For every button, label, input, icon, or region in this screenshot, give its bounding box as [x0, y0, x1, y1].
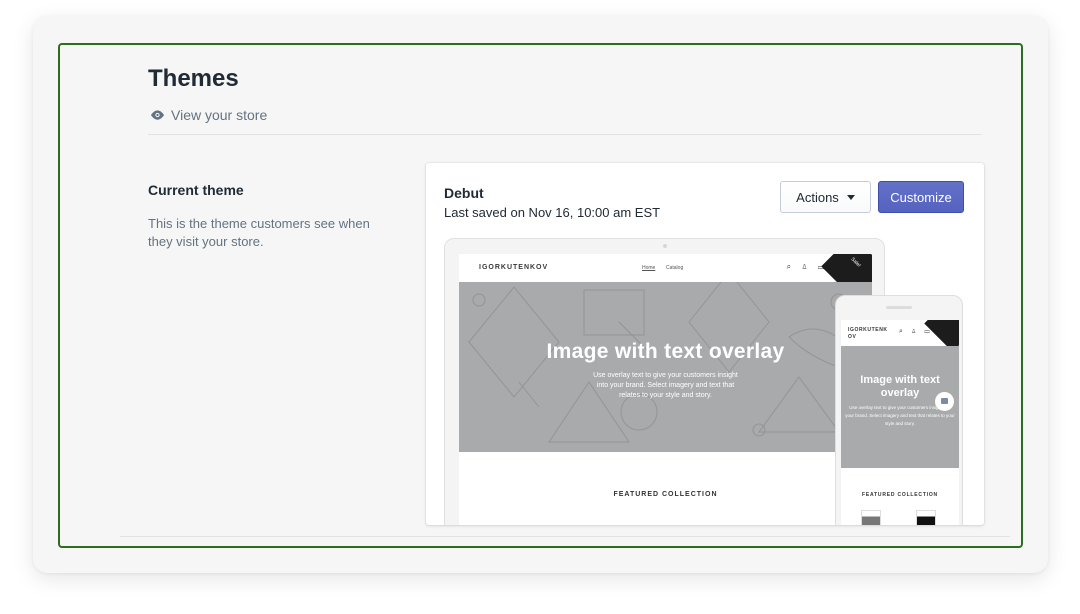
store-nav-catalog: Catalog [666, 265, 684, 271]
theme-last-saved: Last saved on Nov 16, 10:00 am EST [444, 205, 661, 220]
store-logo: IGORKUTENKOV [479, 264, 549, 271]
divider [120, 536, 1010, 537]
phone-speaker [886, 306, 912, 309]
caret-down-icon [846, 194, 855, 200]
view-store-link[interactable]: View your store [150, 107, 267, 123]
desktop-screen: IGORKUTENKOV Home Catalog ⌕ ♙ ▭ Sale! Im… [459, 254, 872, 525]
store-nav: IGORKUTENKOV Home Catalog ⌕ ♙ ▭ Sale! [459, 254, 872, 309]
current-theme-card: Debut Last saved on Nov 16, 10:00 am EST… [426, 163, 984, 525]
page-title: Themes [148, 65, 239, 92]
camera-dot [663, 244, 667, 248]
mobile-hero-banner: Image with text overlay Use overlay text… [841, 346, 959, 468]
mobile-store-logo: IGORKUTENK OV [848, 327, 888, 340]
theme-name: Debut [444, 185, 484, 201]
eye-icon [150, 110, 165, 120]
hero-banner: Image with text overlay Use overlay text… [459, 282, 872, 452]
divider [148, 134, 982, 135]
actions-dropdown-button[interactable]: Actions [780, 181, 871, 213]
view-store-label: View your store [171, 107, 268, 123]
featured-collection-heading: FEATURED COLLECTION [613, 491, 718, 498]
themes-page: Themes View your store Current theme Thi… [58, 43, 1023, 548]
mobile-featured-heading: FEATURED COLLECTION [862, 492, 938, 498]
hero-subtitle: Use overlay text to give your customers … [593, 372, 738, 399]
mobile-screen: IGORKUTENK OV ⌕ ♙ ▭ Image with text over… [841, 320, 959, 525]
product-thumbnail [861, 510, 881, 525]
mobile-theme-preview: IGORKUTENK OV ⌕ ♙ ▭ Image with text over… [835, 295, 963, 525]
product-thumbnail [916, 510, 936, 525]
desktop-theme-preview: IGORKUTENKOV Home Catalog ⌕ ♙ ▭ Sale! Im… [444, 238, 885, 525]
actions-label: Actions [796, 189, 839, 205]
hero-pattern [468, 282, 850, 443]
mobile-nav-icons: ⌕ ♙ ▭ [899, 328, 933, 335]
current-theme-description: This is the theme customers see when the… [148, 216, 370, 249]
chat-bubble-icon [935, 392, 954, 411]
customize-button[interactable]: Customize [878, 181, 964, 213]
hero-title: Image with text overlay [546, 340, 785, 363]
store-nav-home: Home [642, 265, 656, 271]
sale-ribbon-text: Sale! [849, 256, 862, 269]
current-theme-heading: Current theme [148, 182, 244, 198]
